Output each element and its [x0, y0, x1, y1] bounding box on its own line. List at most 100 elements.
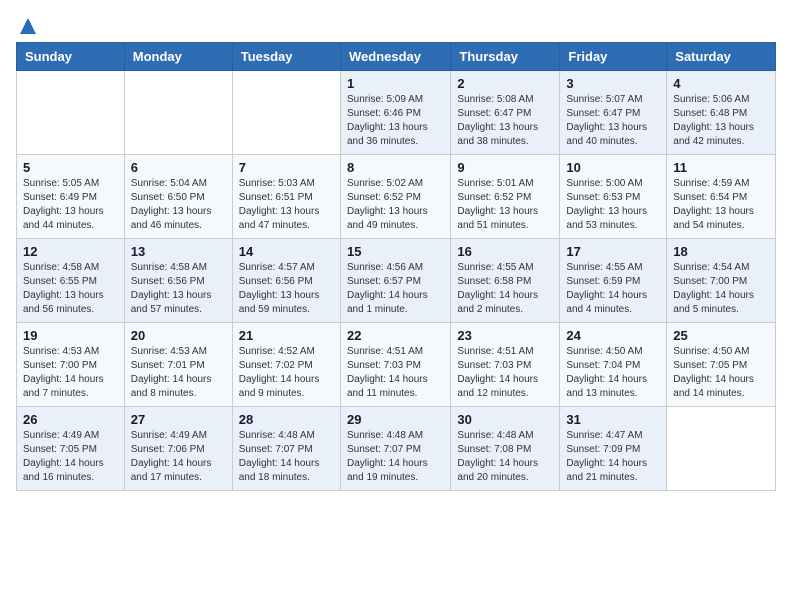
weekday-header: Friday — [560, 43, 667, 71]
calendar-cell: 16 Sunrise: 4:55 AM Sunset: 6:58 PM Dayli… — [451, 239, 560, 323]
calendar-cell: 17 Sunrise: 4:55 AM Sunset: 6:59 PM Dayli… — [560, 239, 667, 323]
calendar-cell: 2Sunrise: 5:08 AM Sunset: 6:47 PM Daylig… — [451, 71, 560, 155]
day-number: 16 — [457, 244, 553, 259]
weekday-header: Saturday — [667, 43, 776, 71]
day-info: Sunrise: 4:51 AM Sunset: 7:03 PM Dayligh… — [457, 345, 553, 401]
calendar-cell — [124, 71, 232, 155]
day-number: 21 — [239, 328, 334, 343]
calendar-cell: 23Sunrise: 4:51 AM Sunset: 7:03 PM Dayli… — [451, 323, 560, 407]
calendar-cell: 15 Sunrise: 4:56 AM Sunset: 6:57 PM Dayli… — [340, 239, 450, 323]
day-number: 22 — [347, 328, 444, 343]
calendar-week-row: 12 Sunrise: 4:58 AM Sunset: 6:55 PM Dayli… — [17, 239, 776, 323]
day-info: Sunrise: 4:56 AM Sunset: 6:57 PM Dayligh… — [347, 261, 444, 317]
day-number: 3 — [566, 76, 660, 91]
day-number: 9 — [457, 160, 553, 175]
day-number: 28 — [239, 412, 334, 427]
logo — [16, 16, 38, 36]
day-number: 27 — [131, 412, 226, 427]
day-info: Sunrise: 5:09 AM Sunset: 6:46 PM Dayligh… — [347, 93, 444, 149]
calendar-cell: 19Sunrise: 4:53 AM Sunset: 7:00 PM Dayli… — [17, 323, 125, 407]
weekday-header: Thursday — [451, 43, 560, 71]
day-number: 24 — [566, 328, 660, 343]
calendar-cell: 26Sunrise: 4:49 AM Sunset: 7:05 PM Dayli… — [17, 407, 125, 491]
day-number: 12 — [23, 244, 118, 259]
day-info: Sunrise: 5:02 AM Sunset: 6:52 PM Dayligh… — [347, 177, 444, 233]
calendar-cell: 31 Sunrise: 4:47 AM Sunset: 7:09 PM Dayli… — [560, 407, 667, 491]
day-number: 1 — [347, 76, 444, 91]
day-number: 6 — [131, 160, 226, 175]
day-number: 25 — [673, 328, 769, 343]
calendar-cell — [232, 71, 340, 155]
calendar-cell: 11 Sunrise: 4:59 AM Sunset: 6:54 PM Dayli… — [667, 155, 776, 239]
day-number: 4 — [673, 76, 769, 91]
calendar-cell: 6 Sunrise: 5:04 AM Sunset: 6:50 PM Daylig… — [124, 155, 232, 239]
day-info: Sunrise: 4:58 AM Sunset: 6:55 PM Dayligh… — [23, 261, 118, 317]
day-number: 7 — [239, 160, 334, 175]
day-number: 29 — [347, 412, 444, 427]
day-info: Sunrise: 4:49 AM Sunset: 7:06 PM Dayligh… — [131, 429, 226, 485]
day-number: 15 — [347, 244, 444, 259]
weekday-header: Tuesday — [232, 43, 340, 71]
day-info: Sunrise: 5:07 AM Sunset: 6:47 PM Dayligh… — [566, 93, 660, 149]
day-info: Sunrise: 5:01 AM Sunset: 6:52 PM Dayligh… — [457, 177, 553, 233]
day-info: Sunrise: 5:03 AM Sunset: 6:51 PM Dayligh… — [239, 177, 334, 233]
day-info: Sunrise: 4:48 AM Sunset: 7:08 PM Dayligh… — [457, 429, 553, 485]
day-number: 31 — [566, 412, 660, 427]
day-number: 17 — [566, 244, 660, 259]
weekday-header: Sunday — [17, 43, 125, 71]
day-info: Sunrise: 4:59 AM Sunset: 6:54 PM Dayligh… — [673, 177, 769, 233]
day-number: 10 — [566, 160, 660, 175]
calendar-cell: 18Sunrise: 4:54 AM Sunset: 7:00 PM Dayli… — [667, 239, 776, 323]
day-number: 19 — [23, 328, 118, 343]
calendar-week-row: 1 Sunrise: 5:09 AM Sunset: 6:46 PM Daylig… — [17, 71, 776, 155]
day-info: Sunrise: 5:04 AM Sunset: 6:50 PM Dayligh… — [131, 177, 226, 233]
calendar-cell — [17, 71, 125, 155]
calendar-cell: 1 Sunrise: 5:09 AM Sunset: 6:46 PM Daylig… — [340, 71, 450, 155]
calendar-cell: 24 Sunrise: 4:50 AM Sunset: 7:04 PM Dayli… — [560, 323, 667, 407]
page-header — [16, 16, 776, 36]
calendar-table: SundayMondayTuesdayWednesdayThursdayFrid… — [16, 42, 776, 491]
calendar-cell — [667, 407, 776, 491]
calendar-cell: 3 Sunrise: 5:07 AM Sunset: 6:47 PM Daylig… — [560, 71, 667, 155]
day-info: Sunrise: 4:55 AM Sunset: 6:58 PM Dayligh… — [457, 261, 553, 317]
calendar-cell: 21 Sunrise: 4:52 AM Sunset: 7:02 PM Dayli… — [232, 323, 340, 407]
calendar-cell: 7 Sunrise: 5:03 AM Sunset: 6:51 PM Daylig… — [232, 155, 340, 239]
calendar-cell: 12 Sunrise: 4:58 AM Sunset: 6:55 PM Dayli… — [17, 239, 125, 323]
calendar-cell: 27 Sunrise: 4:49 AM Sunset: 7:06 PM Dayli… — [124, 407, 232, 491]
weekday-header: Wednesday — [340, 43, 450, 71]
day-info: Sunrise: 4:57 AM Sunset: 6:56 PM Dayligh… — [239, 261, 334, 317]
day-number: 2 — [457, 76, 553, 91]
day-number: 30 — [457, 412, 553, 427]
day-info: Sunrise: 5:06 AM Sunset: 6:48 PM Dayligh… — [673, 93, 769, 149]
day-number: 11 — [673, 160, 769, 175]
day-info: Sunrise: 4:48 AM Sunset: 7:07 PM Dayligh… — [347, 429, 444, 485]
day-info: Sunrise: 4:47 AM Sunset: 7:09 PM Dayligh… — [566, 429, 660, 485]
day-info: Sunrise: 4:58 AM Sunset: 6:56 PM Dayligh… — [131, 261, 226, 317]
calendar-week-row: 5Sunrise: 5:05 AM Sunset: 6:49 PM Daylig… — [17, 155, 776, 239]
calendar-cell: 9 Sunrise: 5:01 AM Sunset: 6:52 PM Daylig… — [451, 155, 560, 239]
calendar-cell: 10 Sunrise: 5:00 AM Sunset: 6:53 PM Dayli… — [560, 155, 667, 239]
day-info: Sunrise: 4:50 AM Sunset: 7:05 PM Dayligh… — [673, 345, 769, 401]
calendar-cell: 22Sunrise: 4:51 AM Sunset: 7:03 PM Dayli… — [340, 323, 450, 407]
day-info: Sunrise: 4:54 AM Sunset: 7:00 PM Dayligh… — [673, 261, 769, 317]
weekday-header-row: SundayMondayTuesdayWednesdayThursdayFrid… — [17, 43, 776, 71]
calendar-cell: 14Sunrise: 4:57 AM Sunset: 6:56 PM Dayli… — [232, 239, 340, 323]
logo-icon — [18, 16, 38, 36]
day-info: Sunrise: 4:52 AM Sunset: 7:02 PM Dayligh… — [239, 345, 334, 401]
calendar-cell: 8Sunrise: 5:02 AM Sunset: 6:52 PM Daylig… — [340, 155, 450, 239]
calendar-cell: 29 Sunrise: 4:48 AM Sunset: 7:07 PM Dayli… — [340, 407, 450, 491]
calendar-cell: 20 Sunrise: 4:53 AM Sunset: 7:01 PM Dayli… — [124, 323, 232, 407]
day-info: Sunrise: 5:00 AM Sunset: 6:53 PM Dayligh… — [566, 177, 660, 233]
day-info: Sunrise: 4:49 AM Sunset: 7:05 PM Dayligh… — [23, 429, 118, 485]
calendar-week-row: 26Sunrise: 4:49 AM Sunset: 7:05 PM Dayli… — [17, 407, 776, 491]
calendar-cell: 13 Sunrise: 4:58 AM Sunset: 6:56 PM Dayli… — [124, 239, 232, 323]
day-number: 20 — [131, 328, 226, 343]
day-number: 13 — [131, 244, 226, 259]
day-info: Sunrise: 4:50 AM Sunset: 7:04 PM Dayligh… — [566, 345, 660, 401]
day-number: 5 — [23, 160, 118, 175]
day-info: Sunrise: 4:48 AM Sunset: 7:07 PM Dayligh… — [239, 429, 334, 485]
day-info: Sunrise: 4:53 AM Sunset: 7:01 PM Dayligh… — [131, 345, 226, 401]
calendar-cell: 25 Sunrise: 4:50 AM Sunset: 7:05 PM Dayli… — [667, 323, 776, 407]
calendar-week-row: 19Sunrise: 4:53 AM Sunset: 7:00 PM Dayli… — [17, 323, 776, 407]
day-info: Sunrise: 4:55 AM Sunset: 6:59 PM Dayligh… — [566, 261, 660, 317]
